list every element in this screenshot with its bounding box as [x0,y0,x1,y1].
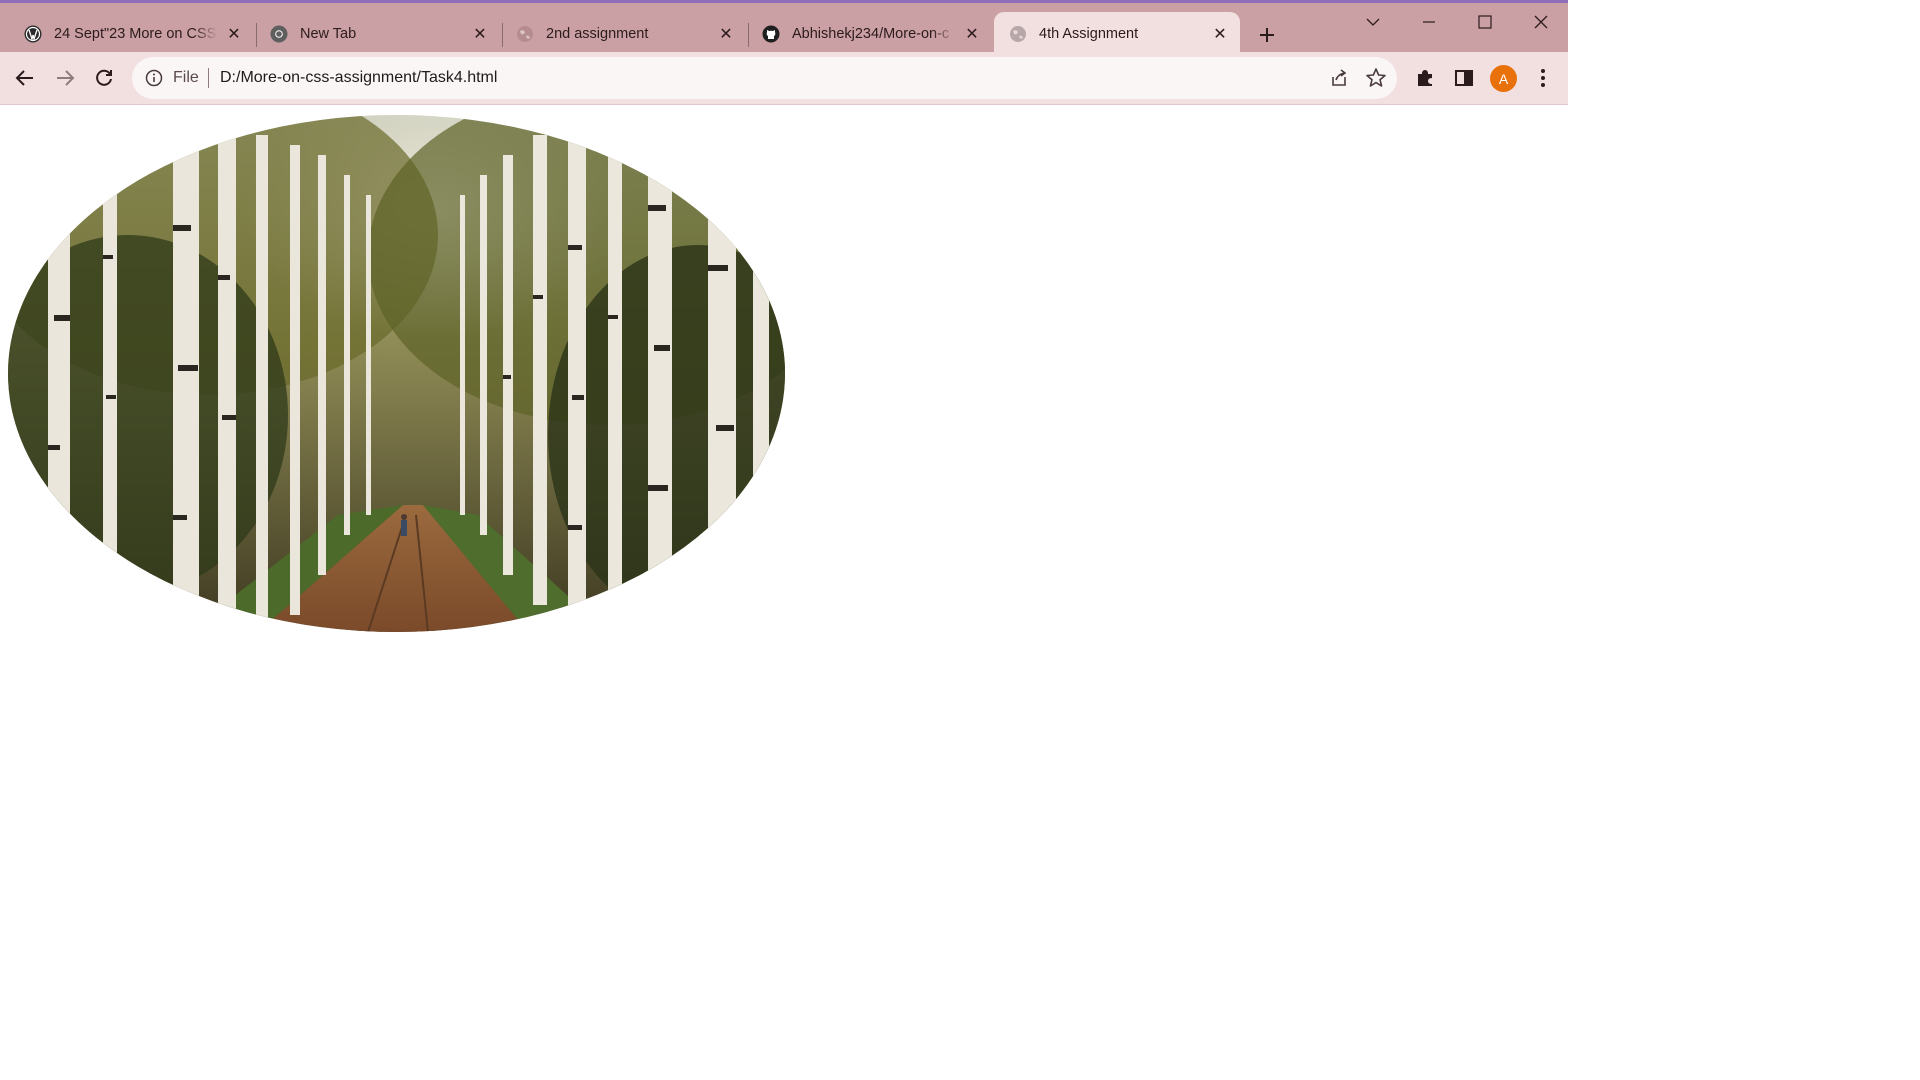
tab-github[interactable]: Abhishekj234/More-on-c ✕ [742,12,992,55]
back-button[interactable] [12,65,38,91]
reload-button[interactable] [91,65,117,91]
window-close-button[interactable] [1521,9,1561,35]
new-tab-button[interactable] [1255,23,1279,47]
tab-title: 2nd assignment [546,25,649,42]
tab-title: Abhishekj234/More-on-c [792,25,950,42]
extensions-puzzle-icon[interactable] [1413,66,1437,90]
globe-icon [516,25,534,43]
url-text[interactable]: D:/More-on-css-assignment/Task4.html [220,69,497,87]
tab-4th-assignment[interactable]: 4th Assignment ✕ [994,12,1240,55]
close-icon[interactable]: ✕ [470,24,490,44]
forward-button[interactable] [52,65,78,91]
tab-2nd-assignment[interactable]: 2nd assignment ✕ [496,12,746,55]
close-icon[interactable]: ✕ [224,24,244,44]
bookmark-star-icon[interactable] [1365,67,1387,89]
close-icon[interactable]: ✕ [962,24,982,44]
info-icon[interactable] [144,68,164,88]
github-icon [762,25,780,43]
profile-avatar[interactable]: A [1490,65,1517,92]
wordpress-icon [24,25,42,43]
address-bar[interactable]: File D:/More-on-css-assignment/Task4.htm… [132,57,1397,99]
scheme-label: File [173,69,199,86]
chrome-icon [270,25,288,43]
page-content [0,105,1568,882]
close-icon[interactable]: ✕ [716,24,736,44]
tab-title: New Tab [300,25,357,42]
globe-icon [1009,25,1027,43]
close-icon[interactable]: ✕ [1210,24,1230,44]
tab-wordpress[interactable]: 24 Sept"23 More on CSS ✕ [4,12,254,55]
browser-titlebar: 24 Sept"23 More on CSS ✕ New Tab ✕ 2nd a… [0,0,1568,55]
omnibox-divider [208,68,209,88]
tab-new-tab[interactable]: New Tab ✕ [250,12,500,55]
oval-forest-image [8,115,785,632]
browser-toolbar: File D:/More-on-css-assignment/Task4.htm… [0,52,1568,105]
share-icon[interactable] [1329,68,1349,88]
tab-title: 4th Assignment [1039,25,1139,42]
minimize-button[interactable] [1409,9,1449,35]
tab-search-button[interactable] [1353,9,1393,35]
side-panel-icon[interactable] [1452,66,1476,90]
menu-kebab-icon[interactable] [1531,66,1555,90]
tab-title: 24 Sept"23 More on CSS [54,25,217,42]
maximize-button[interactable] [1465,9,1505,35]
